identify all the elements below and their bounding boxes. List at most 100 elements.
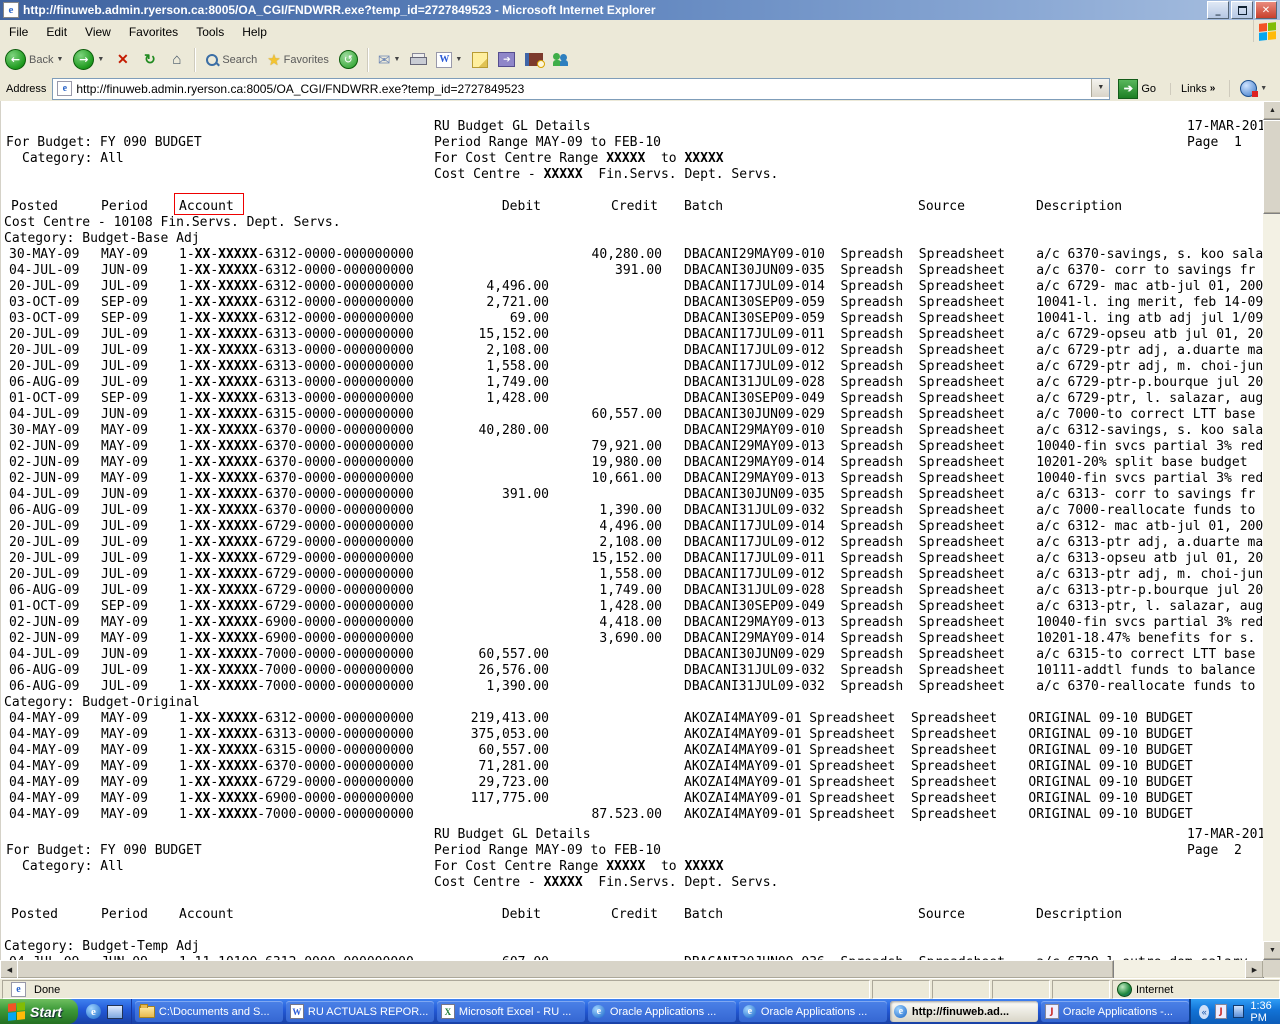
task-button-label: C:\Documents and S... [158, 1005, 270, 1018]
history-icon: ↺ [338, 50, 358, 69]
go-button[interactable]: ➔ Go [1118, 78, 1157, 99]
tray-chevron-icon[interactable]: « [1198, 1004, 1210, 1019]
report-title-line: RU Budget GL Details 17-MAR-201 [434, 119, 1264, 134]
table-row: 30-MAY-09 MAY-09 1-XX-XXXXX-6312-0000-0000… [9, 247, 1264, 262]
status-pane [1052, 980, 1110, 999]
stop-button[interactable]: ✕ [109, 45, 136, 75]
menu-tools[interactable]: Tools [187, 22, 233, 42]
security-zone-pane: Internet [1112, 980, 1280, 999]
table-row: 20-JUL-09 JUL-09 1-XX-XXXXX-6313-0000-0000… [9, 343, 1264, 358]
show-desktop-icon[interactable] [106, 1004, 123, 1019]
extension-dropdown-icon[interactable]: ▼ [1260, 85, 1267, 92]
links-chevron-icon: » [1209, 83, 1216, 94]
restore-button[interactable] [1231, 1, 1253, 19]
clock: 1:36 PM [1250, 999, 1272, 1024]
task-button[interactable]: J Oracle Applications -... [1040, 1001, 1189, 1022]
table-row: 02-JUN-09 MAY-09 1-XX-XXXXX-6370-0000-0000… [9, 455, 1248, 470]
task-button[interactable]: W RU ACTUALS REPOR... [285, 1001, 434, 1022]
table-row: 06-AUG-09 JUL-09 1-XX-XXXXX-6370-0000-0000… [9, 503, 1256, 518]
address-url: http://finuweb.admin.ryerson.ca:8005/OA_… [76, 81, 525, 96]
task-button[interactable]: e Oracle Applications ... [587, 1001, 736, 1022]
close-button[interactable]: ✕ [1255, 1, 1277, 19]
research-button[interactable] [520, 45, 548, 75]
start-button[interactable]: Start [0, 999, 78, 1024]
task-button-label: http://finuweb.ad... [911, 1005, 1010, 1018]
menu-view[interactable]: View [76, 22, 120, 42]
menu-edit[interactable]: Edit [37, 22, 76, 42]
table-row: 04-MAY-09 MAY-09 1-XX-XXXXX-6370-0000-0000… [9, 759, 1193, 774]
address-dropdown-icon[interactable]: ▼ [1091, 78, 1110, 97]
menu-help[interactable]: Help [233, 22, 276, 42]
vertical-scrollbar[interactable]: ▲ ▼ [1263, 101, 1280, 960]
task-button-label: Oracle Applications ... [760, 1005, 868, 1018]
scrollbar-corner [1263, 960, 1280, 977]
edit-dropdown-icon[interactable]: ▼ [455, 56, 462, 63]
table-row: 04-MAY-09 MAY-09 1-XX-XXXXX-6729-0000-0000… [9, 775, 1193, 790]
edit-button[interactable]: W ▼ [431, 45, 467, 75]
task-button[interactable]: C:\Documents and S... [134, 1001, 283, 1022]
horizontal-scrollbar[interactable]: ◀ ▶ [0, 960, 1264, 979]
ie-page-icon: e [11, 982, 26, 997]
horizontal-scroll-thumb[interactable] [17, 960, 1114, 979]
status-bar: e Done Internet [0, 978, 1280, 1000]
mail-button[interactable]: ✉ ▼ [373, 45, 406, 75]
go-arrow-icon: ➔ [1118, 78, 1139, 99]
report-header-line: Category: All For Cost Centre Range XXXXX… [22, 151, 724, 166]
java-tray-icon[interactable]: J [1215, 1004, 1227, 1019]
messenger-button[interactable] [548, 45, 574, 75]
ie-icon: e [894, 1005, 908, 1018]
back-dropdown-icon[interactable]: ▼ [56, 56, 63, 63]
forward-dropdown-icon[interactable]: ▼ [97, 56, 104, 63]
table-row: 04-JUL-09 JUN-09 1-XX-XXXXX-6370-0000-0000… [9, 487, 1256, 502]
table-row: 20-JUL-09 JUL-09 1-XX-XXXXX-6729-0000-0000… [9, 567, 1264, 582]
table-row: 03-OCT-09 SEP-09 1-XX-XXXXX-6312-0000-0000… [9, 295, 1264, 310]
back-label: Back [29, 53, 54, 66]
menu-favorites[interactable]: Favorites [120, 22, 187, 42]
links-button[interactable]: Links » [1170, 82, 1216, 95]
table-row: 20-JUL-09 JUL-09 1-XX-XXXXX-6729-0000-0000… [9, 535, 1264, 550]
task-button-label: Oracle Applications ... [609, 1005, 717, 1018]
menu-file[interactable]: File [0, 22, 37, 42]
scroll-down-button[interactable]: ▼ [1263, 941, 1280, 960]
task-button[interactable]: e http://finuweb.ad... [889, 1001, 1038, 1022]
table-row: 04-MAY-09 MAY-09 1-XX-XXXXX-6312-0000-0000… [9, 711, 1193, 726]
task-button-label: RU ACTUALS REPOR... [307, 1005, 429, 1018]
table-row: 04-JUL-09 JUN-09 1-XX-XXXXX-7000-0000-0000… [9, 647, 1256, 662]
task-button[interactable]: X Microsoft Excel - RU ... [436, 1001, 585, 1022]
scroll-right-button[interactable]: ▶ [1245, 960, 1264, 979]
back-button[interactable]: ← Back ▼ [0, 45, 68, 75]
title-bar: e http://finuweb.admin.ryerson.ca:8005/O… [0, 0, 1280, 20]
report-header-line: Category: All For Cost Centre Range XXXXX… [22, 859, 724, 874]
forward-button[interactable]: → ▼ [68, 45, 109, 75]
favorites-button[interactable]: ★ Favorites [262, 45, 334, 75]
report-header-line: Cost Centre - XXXXX Fin.Servs. Dept. Ser… [434, 875, 779, 890]
network-tray-icon[interactable] [1232, 1005, 1245, 1018]
vertical-scroll-thumb[interactable] [1263, 120, 1280, 214]
discuss-button[interactable] [467, 45, 493, 75]
task-button[interactable]: e Oracle Applications ... [738, 1001, 887, 1022]
back-icon: ← [5, 49, 26, 70]
minimize-button[interactable]: _ [1207, 1, 1229, 19]
search-label: Search [222, 53, 258, 66]
status-pane [992, 980, 1050, 999]
refresh-button[interactable]: ↻ [136, 45, 163, 75]
search-button[interactable]: Search [200, 45, 262, 75]
discuss-note-icon [472, 51, 489, 68]
mail-dropdown-icon[interactable]: ▼ [393, 56, 400, 63]
print-button[interactable] [405, 45, 431, 75]
ie-quicklaunch-icon[interactable]: e [85, 1004, 101, 1019]
home-button[interactable]: ⌂ [163, 45, 190, 75]
search-icon [205, 53, 221, 67]
address-input[interactable]: e http://finuweb.admin.ryerson.ca:8005/O… [52, 77, 1111, 100]
browser-window: e http://finuweb.admin.ryerson.ca:8005/O… [0, 0, 1280, 1024]
toolbar-separator [366, 47, 369, 72]
taskbar: Start e C:\Documents and S... W RU ACTUALS… [0, 999, 1280, 1024]
menu-bar: File Edit View Favorites Tools Help [0, 20, 1280, 44]
send-button[interactable]: ➔ [493, 45, 520, 75]
history-button[interactable]: ↺ [334, 45, 363, 75]
table-row: 04-JUL-09 JUN-09 1-XX-XXXXX-6312-0000-0000… [9, 263, 1256, 278]
scroll-up-button[interactable]: ▲ [1263, 101, 1280, 120]
go-label: Go [1141, 82, 1157, 95]
addressbar-extension-button[interactable]: ▼ [1229, 80, 1267, 97]
ie-icon: e [592, 1005, 606, 1018]
